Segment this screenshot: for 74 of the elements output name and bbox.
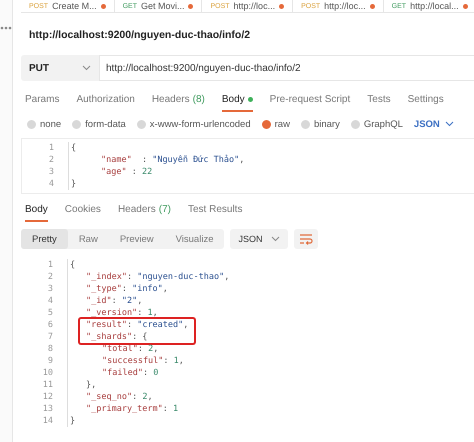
response-tab[interactable]: Headers (7) (118, 200, 171, 222)
code-line: "_id": "2", (67, 295, 142, 307)
body-type-radio[interactable]: x-www-form-urlencoded (136, 118, 251, 130)
wrap-icon (298, 233, 312, 245)
code-line: "_type": "info", (67, 283, 168, 295)
code-line: }, (67, 379, 96, 391)
body-type-radio[interactable]: none (27, 118, 62, 130)
line-number: 7 (46, 332, 54, 342)
view-mode-button[interactable]: Pretty (21, 229, 68, 249)
request-option-tab[interactable]: Params (25, 90, 60, 112)
tab-title: http://local... (410, 1, 459, 11)
line-number: 4 (46, 296, 54, 306)
line-number: 1 (46, 260, 54, 270)
body-type-radio[interactable]: raw (262, 118, 290, 130)
request-option-tab[interactable]: Pre-request Script (270, 90, 350, 112)
line-number: 4 (48, 179, 55, 189)
tab-title: http://loc... (324, 1, 366, 11)
response-tab[interactable]: Test Results (188, 200, 242, 222)
code-line: "successful": 1, (67, 355, 184, 367)
line-number: 3 (46, 284, 54, 294)
code-line: "name" : "Nguyễn Đức Thảo", (68, 154, 244, 166)
more-icon[interactable] (0, 26, 12, 30)
line-number: 12 (42, 392, 54, 402)
response-tab[interactable]: Body (25, 200, 48, 222)
request-option-tab[interactable]: Authorization (76, 90, 135, 112)
line-number: 9 (46, 356, 54, 366)
view-mode-button[interactable]: Raw (68, 229, 109, 249)
chevron-icon (82, 65, 91, 71)
line-number: 6 (46, 320, 54, 330)
chevron-icon (270, 236, 280, 242)
line-number: 2 (48, 155, 55, 165)
line-number: 10 (42, 368, 54, 378)
format-dropdown[interactable]: JSON (414, 118, 454, 130)
code-line: "_index": "nguyen-duc-thao", (67, 271, 230, 283)
tab-title: Get Movi... (140, 1, 184, 11)
code-line: "_shards": { (67, 331, 148, 343)
line-number: 5 (46, 308, 54, 318)
request-title: http://localhost:9200/nguyen-duc-thao/info/2 (28, 28, 252, 43)
line-number: 2 (46, 272, 54, 282)
request-option-tab[interactable]: Settings (408, 90, 444, 112)
code-line: "total": 2, (67, 343, 158, 355)
line-number: 8 (46, 344, 54, 354)
body-type-radio[interactable]: binary (300, 118, 340, 130)
response-tab[interactable]: Cookies (64, 200, 101, 222)
body-type-radio[interactable]: form-data (72, 118, 126, 130)
code-line: "failed": 0 (67, 367, 158, 379)
code-line: } (67, 415, 76, 427)
code-line: } (68, 178, 76, 190)
code-line: { (68, 142, 76, 154)
line-number: 11 (42, 380, 54, 390)
code-line: "age" : 22 (68, 166, 152, 178)
method-select[interactable]: PUT (21, 55, 99, 81)
url-field[interactable]: http://localhost:9200/nguyen-duc-thao/info/2 (99, 55, 474, 81)
line-number: 13 (42, 404, 54, 414)
request-option-tab[interactable]: Tests (367, 90, 391, 112)
view-mode-button[interactable]: Visualize (164, 229, 224, 249)
line-number: 1 (48, 143, 55, 153)
body-type-radio[interactable]: GraphQL (350, 118, 403, 130)
line-number: 14 (42, 416, 54, 426)
request-option-tab[interactable]: Headers (8) (152, 90, 205, 112)
code-line: "result": "created", (67, 319, 188, 331)
view-mode-button[interactable]: Preview (108, 229, 165, 249)
chevron-icon (444, 121, 454, 127)
line-number: 3 (48, 167, 55, 177)
code-line: "_version": 1, (67, 307, 158, 319)
tab-title: Create M... (52, 1, 97, 11)
code-line: { (67, 259, 76, 271)
code-editor[interactable]: 1 { 2 "name" : "Nguyễn Đức Thảo", 3 "age" : 22 4 } (21, 138, 474, 194)
wrap-lines-button[interactable] (294, 229, 318, 249)
request-option-tab[interactable]: Body (222, 90, 253, 112)
code-line: "_primary_term": 1 (67, 403, 178, 415)
format-dropdown[interactable]: JSON (230, 229, 288, 249)
code-line: "_seq_no": 2, (67, 391, 153, 403)
tab-title: http://loc... (234, 1, 276, 11)
